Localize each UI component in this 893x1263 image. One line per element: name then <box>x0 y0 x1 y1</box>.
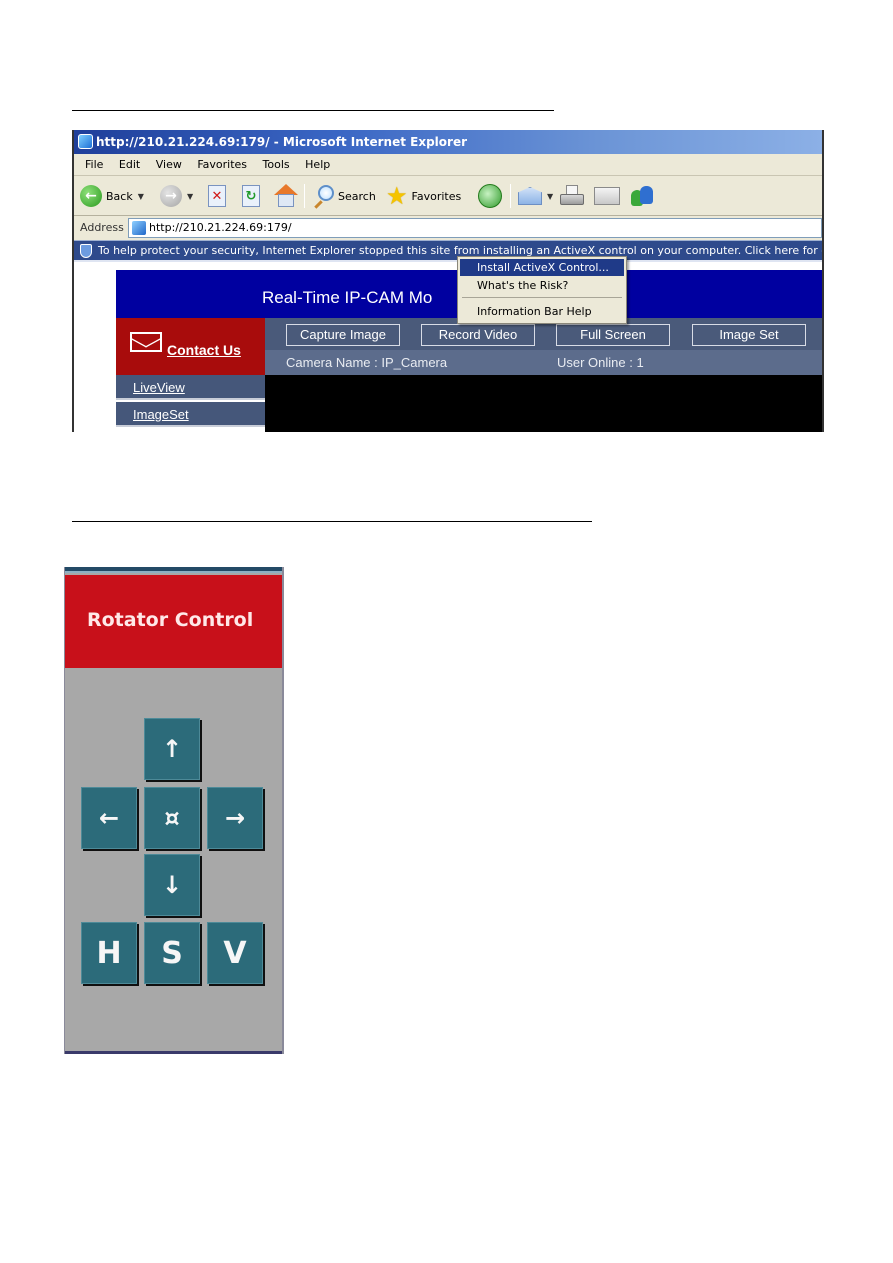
section-divider-top <box>72 110 554 111</box>
edit-button[interactable] <box>594 184 620 208</box>
stop-button[interactable]: ✕ <box>208 184 226 208</box>
section-divider-bottom <box>72 521 592 522</box>
window-titlebar: http://210.21.224.69:179/ - Microsoft In… <box>74 130 822 154</box>
menu-tools[interactable]: Tools <box>263 154 290 176</box>
rotator-title: Rotator Control <box>87 609 254 631</box>
ie-app-icon <box>78 134 93 149</box>
capture-image-button[interactable]: Capture Image <box>286 324 400 346</box>
back-label: Back <box>106 189 133 203</box>
history-button[interactable] <box>478 184 502 208</box>
menu-bar: File Edit View Favorites Tools Help <box>74 154 822 176</box>
nav-imageset[interactable]: ImageSet <box>116 402 265 427</box>
s-label: S <box>161 935 183 971</box>
image-set-button[interactable]: Image Set <box>692 324 806 346</box>
back-button[interactable]: ← Back ▼ <box>80 184 144 208</box>
menu-separator <box>462 297 622 298</box>
center-home-icon: ¤ <box>164 804 180 832</box>
home-button[interactable] <box>274 184 298 208</box>
webpage-content: Real-Time IP-CAM Mo Contact Us LiveView … <box>74 262 822 432</box>
messenger-button[interactable] <box>630 184 654 208</box>
camera-name-text: Camera Name : IP_Camera <box>286 355 448 370</box>
shield-icon <box>80 244 92 258</box>
full-screen-button[interactable]: Full Screen <box>556 324 670 346</box>
menu-edit[interactable]: Edit <box>119 154 140 176</box>
refresh-icon: ↻ <box>242 185 260 207</box>
menu-view[interactable]: View <box>156 154 182 176</box>
menu-help[interactable]: Help <box>305 154 330 176</box>
stop-icon: ✕ <box>208 185 226 207</box>
video-area <box>265 375 822 432</box>
arrow-up-icon: ↑ <box>161 735 183 763</box>
address-input[interactable]: http://210.21.224.69:179/ <box>128 218 822 238</box>
vertical-scan-button[interactable]: V <box>207 922 263 984</box>
security-information-bar[interactable]: To help protect your security, Internet … <box>74 240 822 262</box>
rotate-center-button[interactable]: ¤ <box>144 787 200 849</box>
rotate-up-button[interactable]: ↑ <box>144 718 200 780</box>
page-icon <box>132 221 146 235</box>
print-button[interactable] <box>560 184 584 208</box>
mail-button[interactable]: ▼ <box>518 184 553 208</box>
home-icon <box>274 184 298 208</box>
user-online-text: User Online : 1 <box>557 355 644 370</box>
search-button[interactable]: Search <box>312 184 376 209</box>
rotator-control-panel: Rotator Control ↑ ← ¤ → ↓ H S V <box>64 567 284 1054</box>
star-icon: ★ <box>386 182 408 210</box>
camera-info-row: Camera Name : IP_Camera User Online : 1 <box>265 350 822 375</box>
ie-browser-screenshot: http://210.21.224.69:179/ - Microsoft In… <box>72 130 824 432</box>
mail-dropdown-caret-icon[interactable]: ▼ <box>547 192 553 201</box>
menu-file[interactable]: File <box>85 154 103 176</box>
rotate-down-button[interactable]: ↓ <box>144 854 200 916</box>
v-label: V <box>223 935 247 971</box>
arrow-right-icon: → <box>224 804 246 832</box>
toolbar: ← Back ▼ → ▼ ✕ ↻ Search ★ Favorites ▼ <box>74 176 822 216</box>
rotate-left-button[interactable]: ← <box>81 787 137 849</box>
contact-panel: Contact Us <box>116 318 265 375</box>
search-icon <box>312 185 334 209</box>
refresh-button[interactable]: ↻ <box>242 184 260 208</box>
horizontal-scan-button[interactable]: H <box>81 922 137 984</box>
stop-button-s[interactable]: S <box>144 922 200 984</box>
contact-us-link[interactable]: Contact Us <box>167 342 241 358</box>
menu-item-whats-the-risk[interactable]: What's the Risk? <box>460 277 624 294</box>
window-title: http://210.21.224.69:179/ - Microsoft In… <box>96 135 468 149</box>
rotator-header: Rotator Control <box>65 575 282 668</box>
edit-icon <box>594 187 620 205</box>
arrow-left-icon: ← <box>98 804 120 832</box>
address-bar: Address http://210.21.224.69:179/ <box>74 216 822 240</box>
forward-dropdown-caret-icon[interactable]: ▼ <box>187 192 193 201</box>
menu-item-information-bar-help[interactable]: Information Bar Help <box>460 303 624 320</box>
h-label: H <box>96 935 122 971</box>
panel-top-strip <box>65 567 282 573</box>
favorites-button[interactable]: ★ Favorites <box>386 184 461 208</box>
history-icon <box>478 184 502 208</box>
search-label: Search <box>338 189 376 203</box>
nav-liveview[interactable]: LiveView <box>116 375 265 400</box>
toolbar-separator <box>510 184 511 208</box>
favorites-label: Favorites <box>411 189 462 203</box>
banner-title: Real-Time IP-CAM Mo <box>262 288 433 307</box>
forward-button[interactable]: → ▼ <box>160 184 193 208</box>
record-video-button[interactable]: Record Video <box>421 324 535 346</box>
infobar-dropdown-menu: Install ActiveX Control... What's the Ri… <box>457 256 627 324</box>
back-arrow-icon: ← <box>80 185 102 207</box>
address-value: http://210.21.224.69:179/ <box>149 221 292 234</box>
printer-icon <box>560 185 584 207</box>
panel-bottom-line <box>65 1051 282 1054</box>
menu-favorites[interactable]: Favorites <box>197 154 247 176</box>
arrow-down-icon: ↓ <box>161 871 183 899</box>
menu-item-install-activex[interactable]: Install ActiveX Control... <box>460 259 624 276</box>
messenger-icon <box>630 184 654 208</box>
rotate-right-button[interactable]: → <box>207 787 263 849</box>
forward-arrow-icon: → <box>160 185 182 207</box>
mail-icon <box>518 187 542 205</box>
toolbar-separator <box>304 184 305 208</box>
address-label: Address <box>80 221 124 234</box>
envelope-icon <box>130 332 162 352</box>
back-dropdown-caret-icon[interactable]: ▼ <box>138 192 144 201</box>
